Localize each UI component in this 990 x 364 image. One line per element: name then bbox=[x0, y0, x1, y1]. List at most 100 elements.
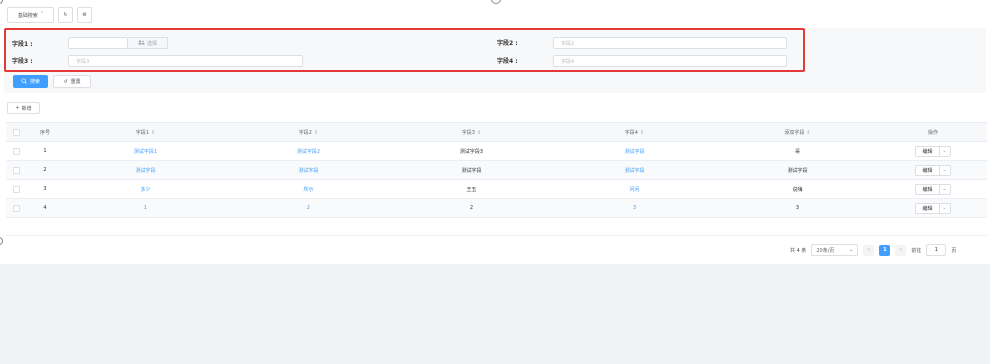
cell-field2-link[interactable]: 2 bbox=[227, 205, 390, 211]
search-icon bbox=[21, 77, 27, 86]
goto-page-input[interactable]: 1 bbox=[926, 244, 947, 256]
header-field3-label: 字段3 bbox=[461, 129, 475, 136]
row-actions: 编辑 ⌄ bbox=[879, 183, 987, 195]
field2-input[interactable]: 字段2 bbox=[553, 37, 787, 49]
current-page-button[interactable]: 1 bbox=[879, 244, 891, 256]
field1-input[interactable] bbox=[68, 37, 128, 49]
edit-dropdown: 编辑 ⌄ bbox=[915, 145, 951, 157]
chevron-down-icon[interactable]: ⌄ bbox=[940, 205, 950, 211]
prev-page-button[interactable]: < bbox=[863, 244, 875, 256]
add-button-label: 新增 bbox=[21, 105, 32, 112]
header-field1[interactable]: 字段1 ⇕ bbox=[64, 129, 227, 136]
chevron-down-icon[interactable]: ⌄ bbox=[940, 167, 950, 173]
cell-extra: 说嗨 bbox=[792, 186, 803, 193]
header-checkbox-cell bbox=[6, 128, 26, 136]
page-size-select[interactable]: 20条/页 ⌄ bbox=[811, 244, 859, 256]
corner-marker-left-bottom bbox=[0, 237, 3, 245]
edit-dropdown: 编辑 ⌄ bbox=[915, 183, 951, 195]
cell-field3: 测试字段 bbox=[461, 167, 482, 174]
row-actions: 编辑 ⌄ bbox=[879, 164, 987, 176]
row-checkbox[interactable] bbox=[12, 204, 20, 212]
search-button[interactable]: 搜索 bbox=[13, 75, 48, 88]
chevron-down-icon: ⌄ bbox=[849, 247, 854, 253]
select-label: 选择 bbox=[146, 40, 157, 47]
row-index: 2 bbox=[43, 167, 47, 173]
cell-field2-link[interactable]: 所示 bbox=[227, 186, 390, 193]
cell-field1-link[interactable]: 测试字段 bbox=[64, 167, 227, 174]
edit-button[interactable]: 编辑 bbox=[916, 146, 940, 156]
edit-dropdown: 编辑 ⌄ bbox=[915, 164, 951, 176]
header-field4[interactable]: 字段4 ⇕ bbox=[553, 129, 716, 136]
select-button[interactable]: 选择 bbox=[128, 37, 168, 49]
field3-input[interactable]: 字段3 bbox=[68, 55, 303, 67]
page-size-value: 20条/页 bbox=[816, 247, 835, 254]
cell-field4-link[interactable]: 测试字段 bbox=[553, 148, 716, 155]
cell-field2-link[interactable]: 测试字段 bbox=[227, 167, 390, 174]
header-field1-label: 字段1 bbox=[135, 129, 149, 136]
row-checkbox[interactable] bbox=[12, 147, 20, 155]
chevron-down-icon: ˇ bbox=[40, 12, 44, 18]
sort-icon[interactable]: ⇕ bbox=[640, 130, 644, 136]
row-actions: 编辑 ⌄ bbox=[879, 202, 987, 214]
edit-button[interactable]: 编辑 bbox=[916, 184, 940, 194]
refresh-button[interactable]: ↻ bbox=[58, 7, 73, 23]
settings-button[interactable]: ⚙ bbox=[77, 7, 92, 23]
header-field4-label: 字段4 bbox=[624, 129, 638, 136]
page-suffix: 页 bbox=[951, 247, 957, 254]
corner-marker-left-top bbox=[0, 0, 3, 4]
select-all-checkbox[interactable] bbox=[12, 128, 20, 136]
header-field2-label: 字段2 bbox=[298, 129, 312, 136]
field4-input[interactable]: 字段4 bbox=[553, 55, 787, 67]
row-index: 3 bbox=[43, 186, 47, 192]
page-background bbox=[0, 264, 990, 364]
chevron-down-icon[interactable]: ⌄ bbox=[940, 186, 950, 192]
table-row: 2 测试字段 测试字段 测试字段 测试字段 测试字段 编辑 ⌄ bbox=[6, 161, 987, 180]
cell-field3: 2 bbox=[469, 205, 474, 211]
row-index: 1 bbox=[43, 148, 47, 154]
edit-button[interactable]: 编辑 bbox=[916, 165, 940, 175]
edit-button[interactable]: 编辑 bbox=[916, 203, 940, 213]
row-checkbox-cell bbox=[6, 204, 26, 212]
row-checkbox[interactable] bbox=[12, 185, 20, 193]
edit-dropdown: 编辑 ⌄ bbox=[915, 202, 951, 214]
chevron-down-icon[interactable]: ⌄ bbox=[940, 148, 950, 154]
sort-icon[interactable]: ⇕ bbox=[314, 130, 318, 136]
cell-field4-link[interactable]: 测试字段 bbox=[553, 167, 716, 174]
cell-field4-link[interactable]: 3 bbox=[553, 205, 716, 211]
row-checkbox[interactable] bbox=[12, 166, 20, 174]
table-footer-spacer bbox=[6, 218, 987, 236]
pagination: 共 4 条 20条/页 ⌄ < 1 > 前往 1 页 bbox=[790, 243, 956, 257]
total-count: 共 4 条 bbox=[790, 247, 807, 254]
corner-marker-top bbox=[491, 0, 501, 4]
basic-search-button[interactable]: 基础搜索 ˇ bbox=[7, 7, 54, 23]
cell-field3: 王五 bbox=[466, 186, 477, 193]
search-button-label: 搜索 bbox=[29, 79, 40, 85]
goto-label: 前往 bbox=[911, 247, 922, 254]
refresh-icon: ↻ bbox=[63, 12, 68, 18]
cell-field1-link[interactable]: 1 bbox=[64, 205, 227, 211]
table-row: 1 测试字段1 测试字段2 测试字段3 测试字段 哥 编辑 ⌄ bbox=[6, 142, 987, 161]
table-row: 3 多少 所示 王五 问问 说嗨 编辑 ⌄ bbox=[6, 180, 987, 199]
reset-button[interactable]: ↺ 重置 bbox=[53, 75, 91, 88]
data-table: 序号 字段1 ⇕ 字段2 ⇕ 字段3 ⇕ 字段4 ⇕ 添加字段 ⇕ 操作 1 测试字段1 … bbox=[6, 122, 987, 236]
add-button[interactable]: + 新增 bbox=[7, 102, 40, 114]
field2-label: 字段2 : bbox=[497, 40, 518, 47]
header-field3[interactable]: 字段3 ⇕ bbox=[390, 129, 553, 136]
table-row: 4 1 2 2 3 3 编辑 ⌄ bbox=[6, 199, 987, 218]
next-page-button[interactable]: > bbox=[895, 244, 907, 256]
cell-field1-link[interactable]: 测试字段1 bbox=[64, 148, 227, 155]
cell-field1-link[interactable]: 多少 bbox=[64, 186, 227, 193]
field3-label: 字段3 : bbox=[12, 58, 33, 65]
cell-field3: 测试字段3 bbox=[459, 148, 484, 155]
row-checkbox-cell bbox=[6, 185, 26, 193]
header-extra-field[interactable]: 添加字段 ⇕ bbox=[716, 129, 879, 136]
cell-field4-link[interactable]: 问问 bbox=[553, 186, 716, 193]
cell-extra: 哥 bbox=[794, 148, 800, 155]
header-field2[interactable]: 字段2 ⇕ bbox=[227, 129, 390, 136]
sort-icon[interactable]: ⇕ bbox=[151, 130, 155, 136]
cell-field2-link[interactable]: 测试字段2 bbox=[227, 148, 390, 155]
plus-icon: + bbox=[15, 105, 20, 111]
row-checkbox-cell bbox=[6, 166, 26, 174]
sort-icon[interactable]: ⇕ bbox=[477, 130, 481, 136]
sort-icon[interactable]: ⇕ bbox=[806, 130, 810, 136]
